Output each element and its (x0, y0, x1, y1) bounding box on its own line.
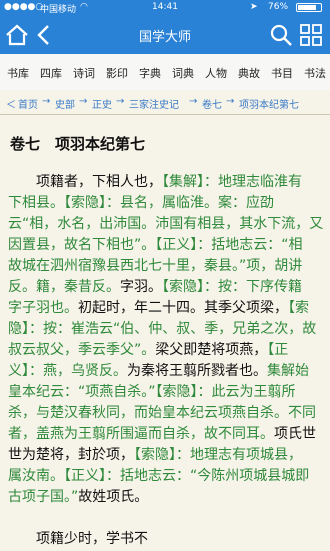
annotation-text: 故城在泗州宿豫县西北七十里，秦县。”项，胡讲 (8, 258, 303, 274)
annotation-text: 【索隐】：按：下序传籍 (162, 279, 302, 295)
body-text: 初起时，年二十四。其季父项梁， (78, 300, 288, 316)
crumb-shibu[interactable]: 史部 (55, 96, 75, 111)
cat-diangu[interactable]: 典故 (238, 65, 260, 81)
breadcrumb: ＜ 首页 → 史部 → 正史 → 三家注史记 → 卷七 → 项羽本纪第七 (0, 90, 330, 114)
divider (0, 114, 330, 115)
annotation-text: 【集解】：地理志临淮有 (162, 174, 302, 190)
text-line: 项籍少时，学书不 (8, 527, 148, 551)
annotation-text: 云“相，水名，出沛国。沛国有相县，其水下流，又 (8, 216, 324, 232)
body-text: 梁父即楚将项燕， (155, 342, 268, 358)
cat-renwu[interactable]: 人物 (205, 65, 227, 81)
cat-shumu[interactable]: 书目 (271, 65, 293, 81)
annotation-text: 因置县，故名下相也”。【正义】：括地志云：“相 (8, 237, 303, 253)
cat-shufa[interactable]: 书法 (304, 65, 326, 81)
crumb-zhengshi[interactable]: 正史 (92, 96, 112, 111)
cat-zidian[interactable]: 字典 (139, 65, 161, 81)
annotation-text: 隐】：按：崔浩云“伯、仲、叔、季，兄弟之次，故 (8, 321, 317, 337)
text-line: 古项子国。”故姓项氏。 (8, 485, 148, 509)
body-text: 项籍少时，学书不 (8, 531, 148, 547)
status-bar: ●●●●○ 中国移动 ◠ 14:41 ➤ 76% (0, 0, 330, 16)
cat-shuku[interactable]: 书库 (7, 65, 29, 81)
body-text: 项氏世 (274, 426, 316, 442)
crumb-sep-icon: → (42, 96, 51, 107)
wifi-icon: ◠ (80, 2, 88, 12)
battery-label: 76% (268, 2, 289, 12)
time-label: 14:41 (152, 2, 178, 12)
crumb-sep-icon: → (79, 96, 88, 107)
search-icon[interactable] (268, 22, 294, 48)
annotation-text: 下相县。【索隐】：县名，属临淮。案：应劭 (8, 195, 274, 211)
body-text: 为秦将王翦所戮者也。 (127, 363, 267, 379)
cat-cidian[interactable]: 词典 (172, 65, 194, 81)
cat-siku[interactable]: 四库 (40, 65, 62, 81)
body-text: 字羽。 (120, 279, 162, 295)
crumb-chapter[interactable]: 项羽本纪第七 (239, 96, 299, 111)
annotation-text: 属汝南。【正义】：括地志云：“今陈州项城县城即 (8, 468, 310, 484)
annotation-text: 【索隐】：地理志有项城县， (134, 447, 302, 463)
annotation-text: 古项子国。” (8, 489, 79, 505)
app-header: 国学大师 (0, 16, 330, 54)
annotation-text: 义】：燕，乌贤反。 (8, 363, 127, 379)
battery-icon (296, 3, 322, 12)
body-text: 故姓项氏。 (78, 489, 149, 505)
signal-icon: ●●●●○ (4, 2, 44, 12)
breadcrumb-back-icon[interactable]: ＜ (6, 96, 16, 111)
grid-menu-icon[interactable] (298, 22, 324, 48)
annotation-text: 字子羽也。 (8, 300, 78, 316)
annotation-text: 皇本纪云：“项燕自杀。”【索隐】：此云为王翦所 (8, 384, 296, 400)
crumb-sep-icon: → (189, 96, 198, 107)
crumb-shiji[interactable]: 三家注史记 (129, 96, 179, 111)
chapter-title: 卷七 项羽本纪第七 (10, 135, 146, 153)
annotation-text: 反。籍，秦昔反。 (8, 279, 120, 295)
body-text: 项籍者，下相人也， (8, 174, 162, 190)
annotation-text: 者，盖燕为王翦所围逼而自杀，故不同耳。 (8, 426, 274, 442)
crumb-home[interactable]: 首页 (18, 96, 38, 111)
cat-yingyin[interactable]: 影印 (106, 65, 128, 81)
crumb-juan[interactable]: 卷七 (202, 96, 222, 111)
carrier-label: 中国移动 (40, 5, 77, 15)
body-text: 世为楚将，封於项， (8, 447, 134, 463)
category-nav: 书库 四库 诗词 影印 字典 词典 人物 典故 书目 书法 (0, 54, 330, 91)
annotation-text: 叔云叔父，季云季父”。 (8, 342, 156, 358)
cat-shici[interactable]: 诗词 (73, 65, 95, 81)
crumb-sep-icon: → (116, 96, 125, 107)
annotation-text: 杀，与楚汉春秋同，而始皇本纪云项燕自杀。不同 (8, 405, 316, 421)
crumb-sep-icon: → (226, 96, 235, 107)
annotation-text: 【正 (267, 342, 289, 358)
annotation-text: 【索 (288, 300, 309, 316)
location-icon: ➤ (250, 2, 258, 12)
annotation-text: 集解始 (267, 363, 309, 379)
